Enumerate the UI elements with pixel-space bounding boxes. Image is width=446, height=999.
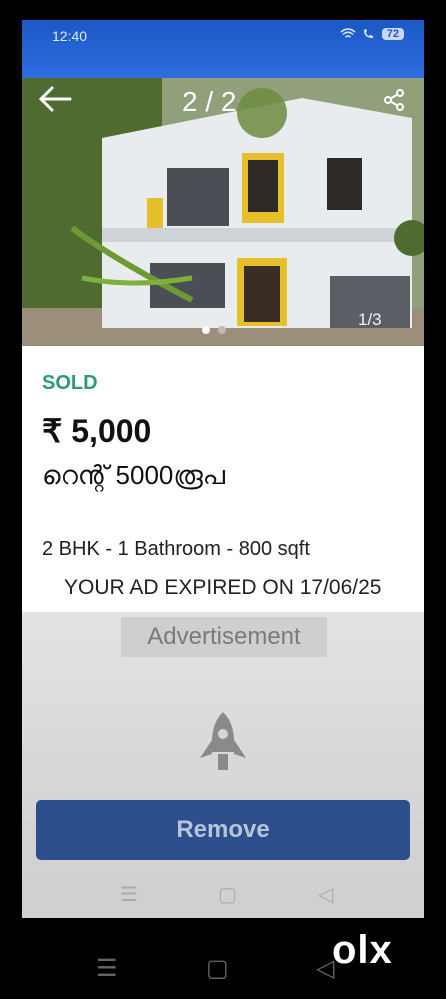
olx-logo: olx [332,928,393,972]
status-time: 12:40 [52,28,88,44]
share-icon[interactable] [382,88,406,112]
outer-top-bar [0,0,446,20]
app-screen: 12:40 72 2 / 2 1/3 SOLD ₹ 5,000 റെന്റ് 5… [22,20,424,918]
menu-icon[interactable]: ☰ [120,882,138,907]
status-badge: SOLD [42,372,98,394]
remove-button[interactable]: Remove [36,800,410,860]
gallery-dot-active[interactable] [202,326,210,334]
inner-nav-bar: ☰ ▢ ◁ [22,872,424,918]
house-image [22,78,424,346]
listing-details: 2 BHK - 1 Bathroom - 800 sqft [42,538,310,560]
advertisement-label: Advertisement [121,617,327,657]
outer-home-icon[interactable]: ▢ [206,954,229,983]
home-icon[interactable]: ▢ [218,882,237,907]
status-bar: 12:40 72 [22,20,424,82]
listing-photo[interactable]: 2 / 2 1/3 [22,78,424,346]
call-icon [363,29,373,38]
back-icon[interactable]: ◁ [318,882,333,907]
expiry-notice: YOUR AD EXPIRED ON 17/06/25 [64,576,382,599]
image-count: 1/3 [358,310,382,329]
gallery-dot[interactable] [218,326,226,334]
wifi-icon [340,28,356,38]
back-arrow-icon[interactable] [36,84,74,114]
gallery-counter: 2 / 2 [182,86,237,117]
outer-menu-icon[interactable]: ☰ [96,954,118,983]
status-icons: 72 [340,28,404,40]
listing-title: റെന്റ് 5000രൂപ [42,460,225,490]
listing-price: ₹ 5,000 [42,413,152,449]
rocket-icon [200,712,246,770]
battery-indicator: 72 [381,28,404,40]
